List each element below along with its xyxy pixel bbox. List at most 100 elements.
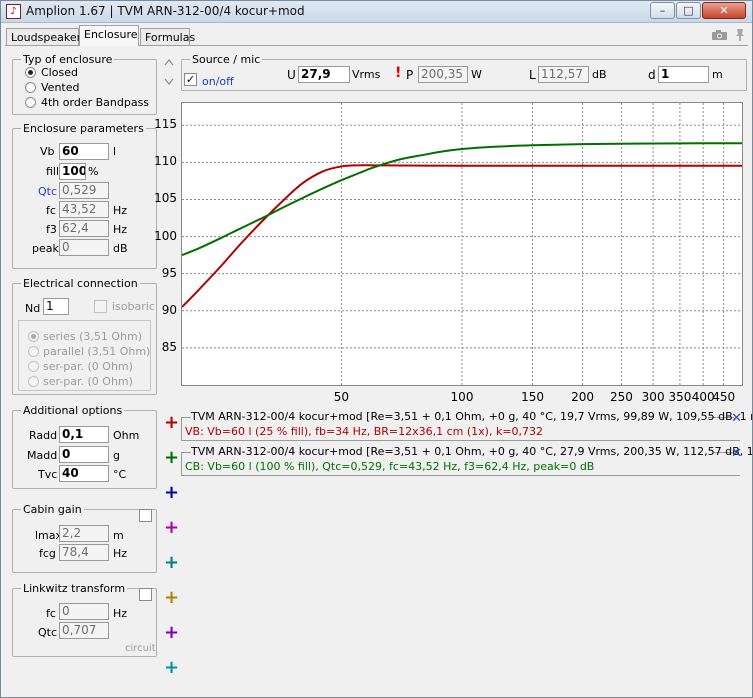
u-unit: Vrms (352, 68, 381, 81)
fill-label: fill (46, 165, 60, 178)
fcg-label: fcg (39, 547, 56, 560)
x-tick-label: 50 (333, 390, 350, 404)
closed-radio[interactable] (25, 67, 36, 78)
legend-1-detail: VB: Vb=60 l (25 % fill), fb=34 Hz, BR=12… (185, 425, 544, 438)
maximize-button[interactable]: □ (676, 2, 701, 19)
lmax-label: lmax (35, 529, 63, 542)
d-label: d (648, 68, 656, 82)
circuit-link[interactable]: circuit (125, 643, 156, 654)
legend-entry-2[interactable]: TVM ARN-312-00/4 kocur+mod [Re=3,51 + 0,… (181, 445, 752, 477)
vb-unit: l (113, 145, 117, 158)
y-tick-label: 95 (161, 265, 177, 280)
bandpass-radio[interactable] (25, 97, 36, 108)
x-tick-label: 150 (521, 390, 544, 404)
lmax-value[interactable]: 2,2 (59, 525, 109, 542)
bandpass-label: 4th order Bandpass (41, 96, 150, 109)
nd-label: Nd (25, 302, 41, 315)
p-label: P (406, 68, 414, 82)
fill-input[interactable]: 100 (59, 163, 86, 180)
onoff-checkbox[interactable]: ✓ (184, 73, 197, 86)
remove-curve-1-button[interactable]: ✕ (731, 411, 742, 426)
tvc-label: Tvc (38, 468, 58, 481)
legend-2-header: TVM ARN-312-00/4 kocur+mod [Re=3,51 + 0,… (191, 445, 753, 458)
madd-input[interactable]: 0 (59, 446, 109, 463)
u-input[interactable]: 27,9 (298, 66, 350, 83)
tab-enclosure[interactable]: Enclosure (79, 25, 139, 46)
y-tick-label: 100 (154, 228, 177, 243)
title-bar[interactable]: ♪ Amplion 1.67 | TVM ARN-312-00/4 kocur+… (1, 1, 752, 23)
y-tick-label: 115 (154, 117, 177, 132)
add-curve-5-button[interactable]: + (164, 554, 179, 572)
pin-icon[interactable] (734, 28, 746, 42)
d-unit: m (712, 68, 723, 81)
tab-loudspeaker[interactable]: Loudspeaker (6, 28, 81, 46)
camera-icon[interactable] (711, 29, 728, 41)
add-curve-7-button[interactable]: + (164, 624, 179, 642)
l-value: 112,57 (538, 66, 589, 83)
linkwitz-checkbox[interactable] (139, 588, 152, 601)
f3-unit: Hz (113, 223, 128, 236)
response-plot[interactable] (181, 102, 743, 386)
madd-unit: g (113, 449, 120, 462)
parallel-radio[interactable] (28, 346, 39, 357)
linkwitz-fc-value[interactable]: 0 (59, 603, 109, 620)
x-tick-label: 350 (668, 390, 692, 404)
tvc-unit: °C (113, 468, 127, 481)
linkwitz-qtc-value[interactable]: 0,707 (59, 622, 109, 639)
minimize-button[interactable]: – (650, 2, 675, 19)
speaker-app-icon[interactable]: ♪ (6, 4, 21, 19)
closed-label: Closed (41, 66, 78, 79)
nd-input[interactable]: 1 (43, 298, 69, 315)
enclosure-type-title: Typ of enclosure (21, 53, 115, 66)
series-label: series (3,51 Ohm) (43, 330, 142, 343)
peak-label: peak (32, 242, 59, 255)
f3-label: f3 (46, 223, 57, 236)
remove-curve-2-button[interactable]: ✕ (731, 446, 742, 461)
peak-value: 0 (59, 239, 109, 256)
collapse-up-icon[interactable] (164, 56, 174, 66)
vb-input[interactable]: 60 (59, 143, 109, 160)
qtc-value: 0,529 (59, 182, 109, 199)
qtc-label[interactable]: Qtc (38, 185, 57, 198)
y-tick-label: 90 (161, 302, 177, 317)
vented-label: Vented (41, 81, 80, 94)
ser-par-label-1: ser-par. (0 Ohm) (43, 360, 133, 373)
onoff-label[interactable]: on/off (202, 75, 234, 88)
ser-par-radio-2[interactable] (28, 376, 39, 387)
source-title: Source / mic (190, 53, 263, 66)
isobaric-checkbox[interactable] (94, 300, 107, 313)
response-chart (181, 103, 743, 385)
p-unit: W (471, 68, 482, 81)
add-curve-6-button[interactable]: + (164, 589, 179, 607)
main-window: ♪ Amplion 1.67 | TVM ARN-312-00/4 kocur+… (0, 0, 753, 698)
d-input[interactable]: 1 (658, 66, 709, 83)
radd-input[interactable]: 0,1 (59, 426, 109, 443)
legend-entry-1[interactable]: TVM ARN-312-00/4 kocur+mod [Re=3,51 + 0,… (181, 410, 752, 442)
fc-unit: Hz (113, 204, 128, 217)
warning-icon: ! (395, 65, 402, 81)
parallel-label: parallel (3,51 Ohm) (43, 345, 151, 358)
close-button[interactable]: ✕ (702, 2, 746, 19)
madd-label: Madd (27, 449, 58, 462)
fcg-value[interactable]: 78,4 (59, 544, 109, 561)
radd-unit: Ohm (113, 429, 140, 442)
add-curve-8-button[interactable]: + (164, 659, 179, 677)
vented-radio[interactable] (25, 82, 36, 93)
tvc-input[interactable]: 40 (59, 465, 109, 482)
cabin-gain-title: Cabin gain (21, 503, 84, 516)
expand-down-icon[interactable] (164, 76, 174, 85)
enclosure-params-title: Enclosure parameters (21, 122, 146, 135)
electrical-title: Electrical connection (21, 277, 140, 290)
fill-unit: % (88, 165, 99, 178)
linkwitz-title: Linkwitz transform (21, 582, 128, 595)
linkwitz-fc-label: fc (46, 607, 56, 620)
add-curve-1-button[interactable]: + (164, 414, 179, 432)
add-curve-4-button[interactable]: + (164, 519, 179, 537)
add-curve-3-button[interactable]: + (164, 484, 179, 502)
series-radio[interactable] (28, 331, 39, 342)
tab-formulas[interactable]: Formulas (140, 28, 195, 46)
fcg-unit: Hz (113, 547, 128, 560)
add-curve-2-button[interactable]: + (164, 449, 179, 467)
ser-par-radio-1[interactable] (28, 361, 39, 372)
cabin-gain-checkbox[interactable] (139, 509, 152, 522)
